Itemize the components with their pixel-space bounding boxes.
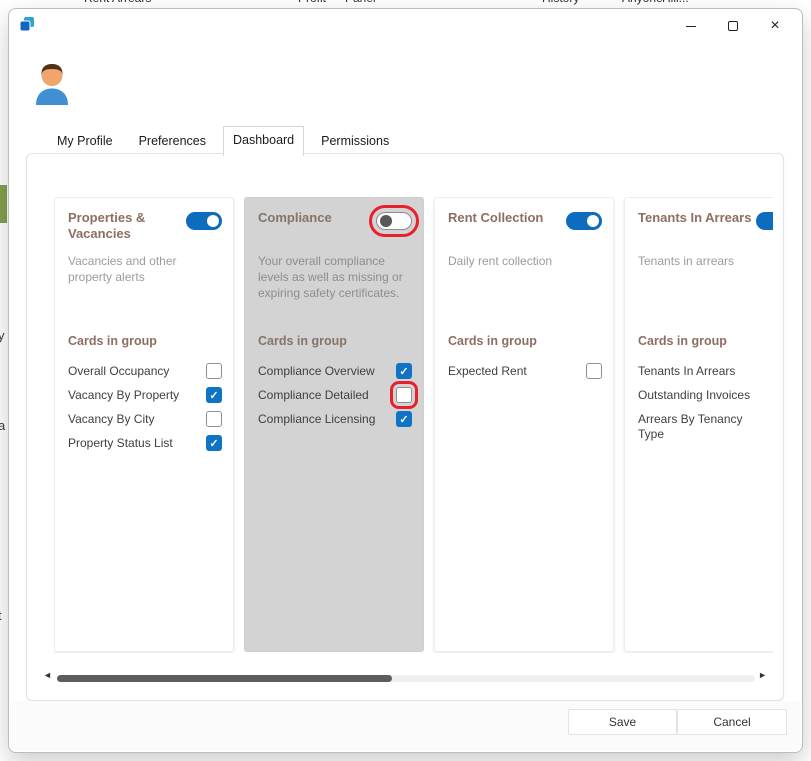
maximize-button[interactable] xyxy=(712,12,754,40)
background-text-fragment: Panel xyxy=(345,0,376,5)
screen: Rent Arrears Profit Panel History Anyone… xyxy=(0,0,811,761)
minimize-icon xyxy=(686,25,696,27)
checkbox[interactable]: ✓ xyxy=(396,363,412,379)
background-text-fragment: Rent xyxy=(84,0,109,5)
card-description: Daily rent collection xyxy=(448,254,553,268)
card-header: Compliance xyxy=(258,205,419,237)
toggle-knob-icon xyxy=(380,215,392,227)
card-title: Tenants In Arrears xyxy=(638,210,752,225)
card-rent-collection: Rent Collection Daily rent collection Ca… xyxy=(434,197,614,652)
tab-dashboard[interactable]: Dashboard xyxy=(222,126,305,156)
card-item-label: Compliance Overview xyxy=(258,364,375,378)
avatar xyxy=(29,59,75,105)
card-item: Compliance Licensing ✓ xyxy=(258,411,412,427)
card-title: Compliance xyxy=(258,210,332,225)
toggle-switch[interactable] xyxy=(756,212,773,230)
card-item-label: Vacancy By City xyxy=(68,412,155,426)
close-button[interactable]: × xyxy=(754,12,796,40)
card-item-label: Tenants In Arrears xyxy=(638,364,736,378)
background-text-fragment: a xyxy=(0,418,6,433)
cards-in-group-label: Cards in group xyxy=(448,334,537,348)
close-icon: × xyxy=(770,17,780,34)
checkbox[interactable] xyxy=(206,411,222,427)
card-header: Rent Collection xyxy=(448,210,602,230)
card-title: Rent Collection xyxy=(448,210,544,225)
card-header: Tenants In Arrears xyxy=(638,210,773,230)
user-profile-dialog: × My Profile Preferences Dashboard Permi… xyxy=(8,8,803,753)
card-item: Overall Occupancy xyxy=(68,363,222,379)
tab-bar: My Profile Preferences Dashboard Permiss… xyxy=(48,126,406,156)
card-item-label: Arrears By Tenancy Type xyxy=(638,412,743,441)
background-text-fragment: Arrears xyxy=(112,0,151,5)
cards-in-group-label: Cards in group xyxy=(258,334,347,348)
card-item: Vacancy By City xyxy=(68,411,222,427)
card-title: Properties & Vacancies xyxy=(68,210,146,241)
checkbox[interactable]: ✓ xyxy=(206,435,222,451)
card-item: Expected Rent xyxy=(448,363,602,379)
card-tenants-in-arrears: Tenants In Arrears Tenants in arrears Ca… xyxy=(624,197,773,652)
toggle-switch[interactable] xyxy=(186,212,222,230)
card-item: Compliance Overview ✓ xyxy=(258,363,412,379)
toggle-knob-icon xyxy=(207,215,219,227)
tab-permissions[interactable]: Permissions xyxy=(312,128,398,155)
card-description: Your overall compliance levels as well a… xyxy=(258,254,403,300)
card-header: Properties & Vacancies xyxy=(68,210,222,242)
card-item-label: Overall Occupancy xyxy=(68,364,170,378)
background-text-fragment: History xyxy=(542,0,579,5)
background-text-fragment: Hill... xyxy=(662,0,689,5)
card-compliance: Compliance Your overall compliance level… xyxy=(244,197,424,652)
background-text-fragment: t xyxy=(0,608,2,623)
dashboard-settings-panel: Properties & Vacancies Vacancies and oth… xyxy=(26,153,784,701)
scroll-left-icon[interactable]: ◄ xyxy=(43,670,52,680)
card-item-label: Compliance Detailed xyxy=(258,388,369,402)
cancel-button[interactable]: Cancel xyxy=(677,709,787,735)
card-item: Vacancy By Property ✓ xyxy=(68,387,222,403)
background-window-left-fragment: y a t xyxy=(0,0,8,761)
background-window-top-fragment: Rent Arrears Profit Panel History Anyone… xyxy=(0,0,811,8)
toggle-switch[interactable] xyxy=(566,212,602,230)
card-item-label: Outstanding Invoices xyxy=(638,388,751,402)
checkbox[interactable] xyxy=(586,363,602,379)
card-item: Compliance Detailed xyxy=(258,381,418,409)
checkbox[interactable] xyxy=(206,363,222,379)
app-icon xyxy=(19,16,35,32)
titlebar: × xyxy=(9,9,802,43)
checkbox[interactable]: ✓ xyxy=(396,411,412,427)
background-green-fragment xyxy=(0,185,7,223)
card-item: Tenants In Arrears xyxy=(638,364,773,379)
card-item: Property Status List ✓ xyxy=(68,435,222,451)
background-text-fragment: Profit xyxy=(298,0,326,5)
cards-in-group-label: Cards in group xyxy=(638,334,727,348)
card-items: Expected Rent xyxy=(448,363,602,388)
toggle-switch[interactable] xyxy=(369,205,419,237)
minimize-button[interactable] xyxy=(670,12,712,40)
card-item-label: Expected Rent xyxy=(448,364,527,378)
card-description: Vacancies and other property alerts xyxy=(68,254,177,284)
card-item-label: Vacancy By Property xyxy=(68,388,180,402)
horizontal-scrollbar-thumb[interactable] xyxy=(57,675,392,682)
cards-container: Properties & Vacancies Vacancies and oth… xyxy=(54,197,773,653)
toggle-knob-icon xyxy=(587,215,599,227)
scroll-right-icon[interactable]: ► xyxy=(758,670,767,680)
maximize-icon xyxy=(728,21,738,31)
background-text-fragment: y xyxy=(0,328,5,343)
tab-preferences[interactable]: Preferences xyxy=(130,128,215,155)
card-item-label: Property Status List xyxy=(68,436,173,450)
card-items: Overall Occupancy Vacancy By Property ✓ … xyxy=(68,363,222,460)
window-controls: × xyxy=(670,12,796,40)
background-text-fragment: Anyone xyxy=(622,0,663,5)
checkbox[interactable] xyxy=(390,381,418,409)
checkbox[interactable]: ✓ xyxy=(206,387,222,403)
save-button[interactable]: Save xyxy=(568,709,677,735)
tab-my-profile[interactable]: My Profile xyxy=(48,128,122,155)
card-properties-vacancies: Properties & Vacancies Vacancies and oth… xyxy=(54,197,234,652)
card-item-label: Compliance Licensing xyxy=(258,412,376,426)
card-items: Compliance Overview ✓ Compliance Detaile… xyxy=(258,363,418,436)
card-items: Tenants In Arrears Outstanding Invoices … xyxy=(638,364,773,451)
card-item: Arrears By Tenancy Type xyxy=(638,412,773,442)
card-item: Outstanding Invoices xyxy=(638,388,773,403)
cards-in-group-label: Cards in group xyxy=(68,334,157,348)
card-description: Tenants in arrears xyxy=(638,254,735,268)
